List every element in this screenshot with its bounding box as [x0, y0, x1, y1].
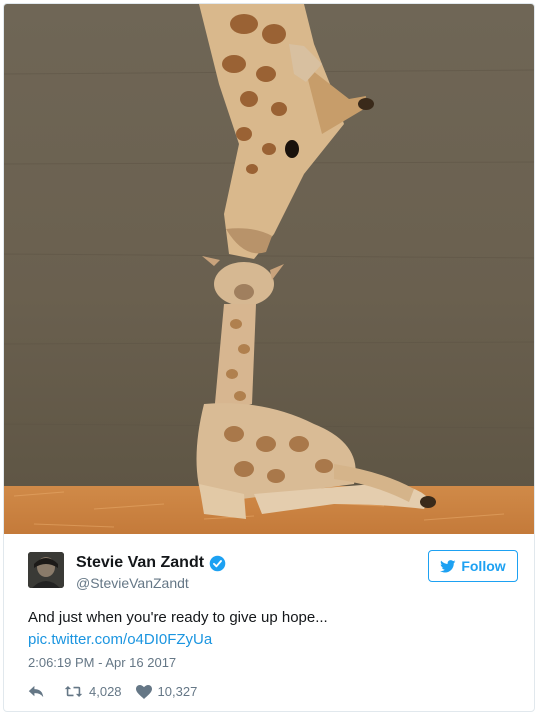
twitter-bird-icon: [440, 559, 456, 572]
avatar-image: [28, 552, 64, 588]
follow-button-label: Follow: [461, 558, 506, 574]
tweet-body: And just when you're ready to give up ho…: [28, 609, 328, 626]
retweet-button[interactable]: 4,028: [64, 684, 122, 699]
tweet-text: And just when you're ready to give up ho…: [28, 607, 518, 651]
reply-button[interactable]: [28, 685, 50, 698]
avatar[interactable]: [28, 552, 64, 588]
tweet-author: Stevie Van Zandt @StevieVanZandt Follow: [28, 550, 518, 594]
author-handle[interactable]: @StevieVanZandt: [76, 575, 189, 591]
tweet-actions: 4,028 10,327: [28, 684, 211, 699]
like-button[interactable]: 10,327: [135, 684, 198, 699]
tweet-timestamp[interactable]: 2:06:19 PM - Apr 16 2017: [28, 655, 176, 670]
reply-icon: [28, 685, 44, 698]
embedded-tweet: Stevie Van Zandt @StevieVanZandt Follow …: [3, 3, 535, 712]
like-count: 10,327: [157, 684, 198, 699]
follow-button[interactable]: Follow: [428, 550, 518, 582]
tweet-media-link[interactable]: pic.twitter.com/o4DI0FZyUa: [28, 629, 518, 651]
giraffe-photo-image: [4, 4, 534, 534]
heart-icon: [135, 684, 152, 699]
author-name-row: Stevie Van Zandt: [76, 554, 226, 572]
verified-badge-icon: [209, 555, 226, 572]
tweet-photo[interactable]: [4, 4, 534, 534]
retweet-icon: [64, 685, 83, 698]
author-name[interactable]: Stevie Van Zandt: [76, 554, 204, 572]
retweet-count: 4,028: [89, 684, 122, 699]
